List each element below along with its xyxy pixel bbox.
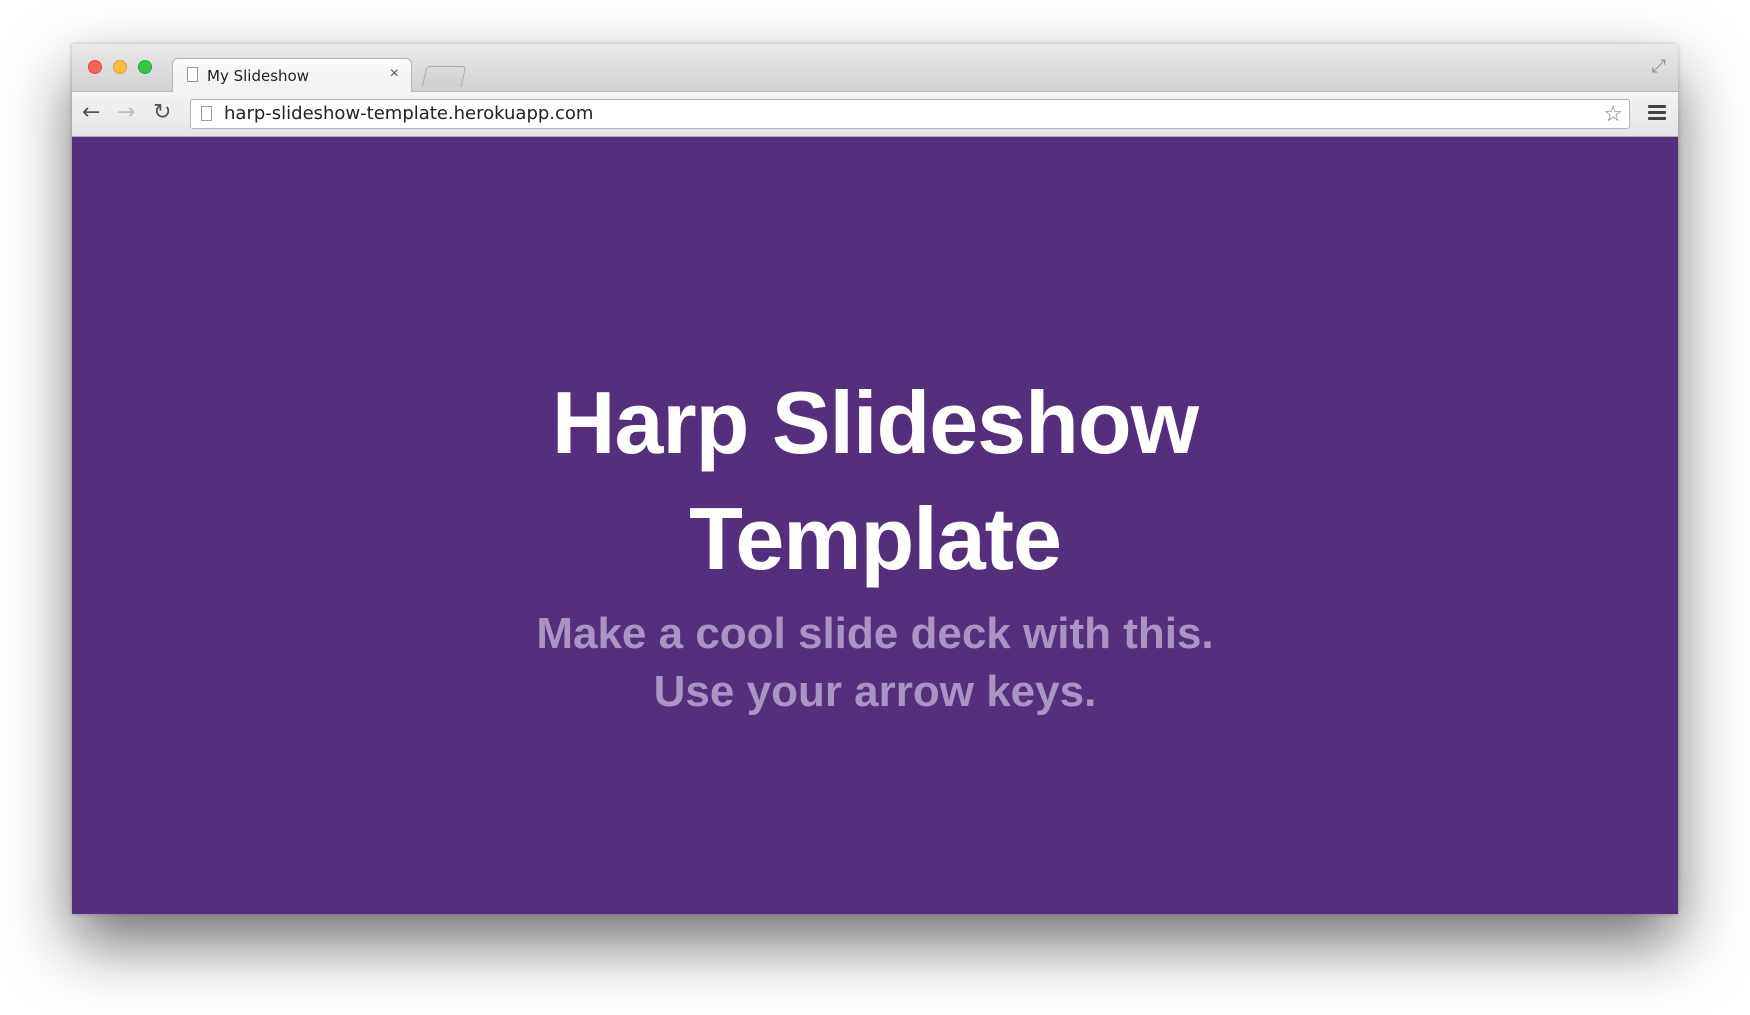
tab-close-icon[interactable]: × [390, 65, 399, 83]
maximize-window-button[interactable] [138, 60, 152, 74]
address-bar[interactable]: harp-slideshow-template.herokuapp.com ☆ [190, 99, 1630, 129]
slide-subtitle: Make a cool slide deck with this. Use yo… [72, 605, 1678, 721]
menu-icon[interactable] [1648, 105, 1666, 123]
page-icon [187, 67, 198, 82]
tab-my-slideshow[interactable]: My Slideshow × [172, 58, 412, 92]
tab-title: My Slideshow [207, 67, 309, 85]
bookmark-star-icon[interactable]: ☆ [1603, 101, 1623, 127]
slide-title: Harp Slideshow Template [551, 373, 1199, 588]
back-arrow-icon[interactable]: ← [82, 100, 100, 126]
slide-subtitle-line-1: Make a cool slide deck with this. [536, 609, 1214, 658]
page-viewport: Harp Slideshow Template Make a cool slid… [72, 137, 1678, 914]
slide-subtitle-line-2: Use your arrow keys. [653, 667, 1097, 716]
url-text[interactable]: harp-slideshow-template.herokuapp.com [224, 103, 593, 124]
close-window-button[interactable] [88, 60, 102, 74]
forward-arrow-icon[interactable]: → [117, 100, 135, 126]
slide: Harp Slideshow Template Make a cool slid… [72, 365, 1678, 721]
minimize-window-button[interactable] [113, 60, 127, 74]
fullscreen-icon[interactable]: ⤢ [1652, 56, 1666, 77]
browser-window: My Slideshow × ⤢ ← → ↻ harp-slideshow-te… [72, 44, 1678, 914]
reload-icon[interactable]: ↻ [153, 100, 171, 126]
browser-toolbar: ← → ↻ harp-slideshow-template.herokuapp.… [72, 92, 1678, 137]
tab-strip: My Slideshow × ⤢ [72, 44, 1678, 92]
page-icon [201, 106, 212, 121]
new-tab-button[interactable] [421, 66, 467, 87]
